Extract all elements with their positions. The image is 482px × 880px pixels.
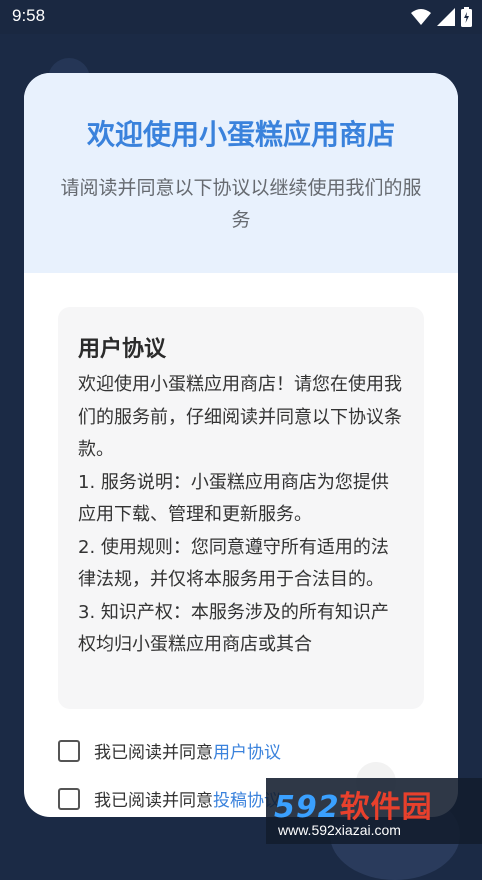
agree-upload-label: 我已阅读并同意 <box>94 791 213 811</box>
watermark-logo: 592软件园 <box>274 782 433 826</box>
agree-user-checkbox[interactable] <box>58 739 80 762</box>
watermark: 592软件园 www.592xiazai.com <box>266 778 482 844</box>
agreement-paragraph: 欢迎使用小蛋糕应用商店！请您在使用我们的服务前，仔细阅读并同意以下协议条款。 <box>78 374 402 460</box>
status-bar: 9:58 <box>0 0 482 34</box>
agree-upload-checkbox[interactable] <box>58 787 80 810</box>
status-time: 9:58 <box>12 6 46 25</box>
agreement-paragraph: 3. 知识产权：本服务涉及的所有知识产权均归小蛋糕应用商店或其合 <box>78 601 389 656</box>
agree-upload-row[interactable]: 我已阅读并同意 投稿协议 <box>58 786 281 811</box>
agreement-paragraph: 1. 服务说明：小蛋糕应用商店为您提供应用下载、管理和更新服务。 <box>78 471 389 526</box>
agreement-text: 欢迎使用小蛋糕应用商店！请您在使用我们的服务前，仔细阅读并同意以下协议条款。 1… <box>78 369 406 662</box>
user-agreement-link[interactable]: 用户协议 <box>213 738 281 763</box>
battery-icon <box>461 7 472 31</box>
agree-user-label: 我已阅读并同意 <box>94 743 213 763</box>
dialog-header: 欢迎使用小蛋糕应用商店 请阅读并同意以下协议以继续使用我们的服务 <box>24 73 458 273</box>
watermark-logo-text: 软件园 <box>339 790 433 825</box>
watermark-logo-number: 592 <box>274 790 340 825</box>
agree-user-row[interactable]: 我已阅读并同意 用户协议 <box>58 738 281 763</box>
agreement-paragraph: 2. 使用规则：您同意遵守所有适用的法律法规，并仅将本服务用于合法目的。 <box>78 536 389 591</box>
agreement-dialog: 欢迎使用小蛋糕应用商店 请阅读并同意以下协议以继续使用我们的服务 用户协议 欢迎… <box>24 73 458 817</box>
dialog-subtitle: 请阅读并同意以下协议以继续使用我们的服务 <box>60 177 422 231</box>
agreement-scroll-area[interactable]: 用户协议 欢迎使用小蛋糕应用商店！请您在使用我们的服务前，仔细阅读并同意以下协议… <box>58 307 424 709</box>
watermark-url: www.592xiazai.com <box>278 822 401 838</box>
agreement-heading: 用户协议 <box>78 337 167 362</box>
wifi-icon <box>411 8 431 30</box>
signal-icon <box>437 8 455 30</box>
dialog-title: 欢迎使用小蛋糕应用商店 <box>86 118 395 151</box>
status-icons <box>411 7 472 31</box>
